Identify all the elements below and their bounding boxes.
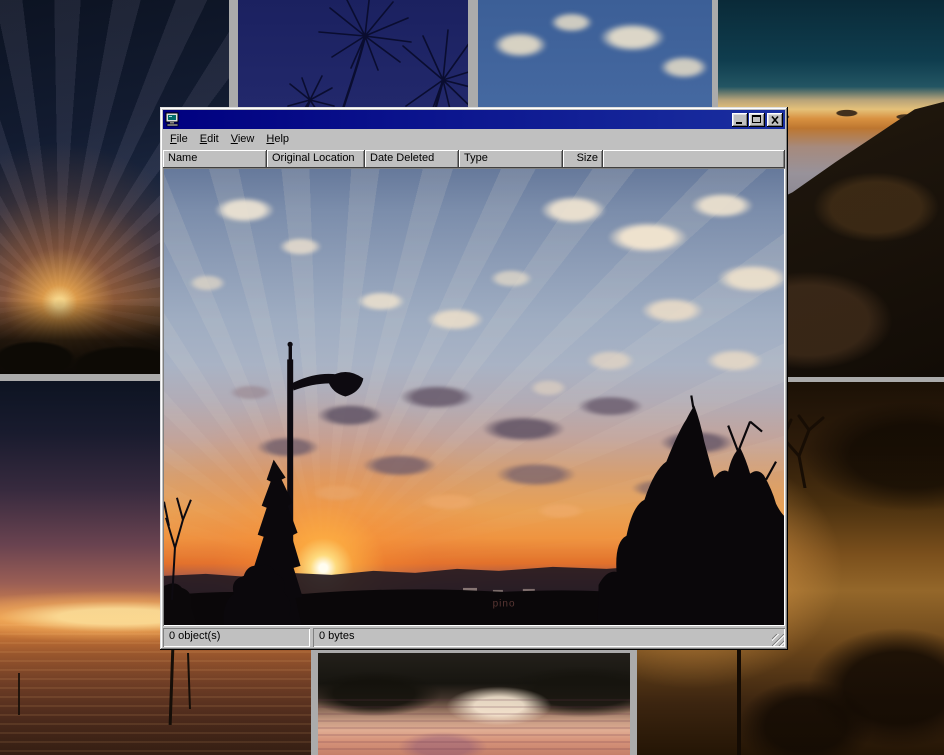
- status-object-count: 0 object(s): [163, 628, 310, 647]
- column-header-date-deleted[interactable]: Date Deleted: [365, 150, 459, 168]
- column-header-size[interactable]: Size: [563, 150, 603, 168]
- maximize-button[interactable]: [749, 113, 765, 127]
- photo-watermark: pino: [493, 599, 516, 610]
- recycle-bin-window: File Edit View Help Name Original Locati…: [160, 107, 788, 650]
- wallpaper-photo-reflection: [318, 653, 630, 755]
- close-button[interactable]: [767, 113, 783, 127]
- minimize-icon: [736, 122, 742, 124]
- menu-view[interactable]: View: [225, 130, 261, 149]
- menu-edit[interactable]: Edit: [194, 130, 225, 149]
- file-list-area[interactable]: pino: [163, 168, 785, 626]
- golden-photo-pole: [737, 632, 741, 755]
- sunset-photo: pino: [164, 169, 784, 625]
- column-header-type[interactable]: Type: [459, 150, 563, 168]
- menu-help[interactable]: Help: [260, 130, 295, 149]
- silhouette-layer: [164, 169, 784, 625]
- water-ripples: [318, 699, 630, 755]
- lake-pole: [18, 673, 20, 715]
- maximize-icon: [752, 115, 761, 123]
- street-lamp: [287, 342, 363, 545]
- column-header-original-location[interactable]: Original Location: [267, 150, 365, 168]
- right-trees: [598, 406, 784, 625]
- screen: { "window": { "title": "", "icon": "comp…: [0, 0, 944, 755]
- status-size-text: 0 bytes: [319, 630, 354, 642]
- resize-grip[interactable]: [772, 634, 784, 646]
- minimize-button[interactable]: [732, 113, 748, 127]
- status-size: 0 bytes: [313, 628, 785, 647]
- menu-file[interactable]: File: [164, 130, 194, 149]
- column-header-filler: [603, 150, 785, 168]
- close-icon: [767, 113, 783, 127]
- computer-icon: [165, 112, 181, 127]
- menu-bar: File Edit View Help: [163, 129, 785, 150]
- titlebar[interactable]: [163, 110, 785, 129]
- column-header-row: Name Original Location Date Deleted Type…: [163, 150, 785, 168]
- status-bar: 0 object(s) 0 bytes: [163, 628, 785, 647]
- column-header-name[interactable]: Name: [163, 150, 267, 168]
